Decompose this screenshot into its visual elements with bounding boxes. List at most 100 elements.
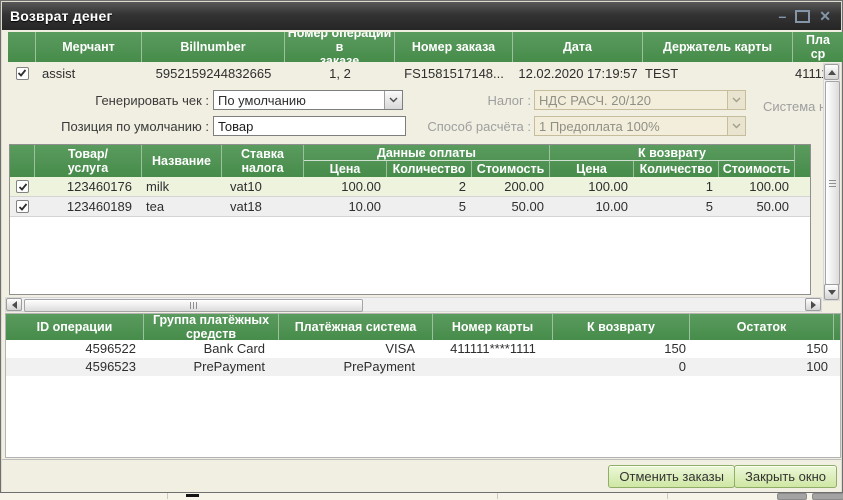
items-table-panel: Товар/ услуга Название Ставка налога Дан… bbox=[9, 144, 811, 295]
items-header-refund-cost: Стоимость bbox=[719, 161, 795, 177]
generate-receipt-select[interactable]: По умолчанию bbox=[213, 90, 403, 110]
ops-header-filler bbox=[834, 314, 840, 340]
chevron-down-icon bbox=[727, 117, 745, 135]
close-window-button[interactable]: Закрыть окно bbox=[734, 465, 837, 488]
scroll-up-button[interactable] bbox=[824, 64, 839, 80]
item-refund-cost: 50.00 bbox=[719, 197, 795, 216]
item-pay-quantity: 5 bbox=[387, 197, 472, 216]
generate-receipt-label: Генерировать чек : bbox=[1, 91, 209, 111]
items-header-product: Товар/ услуга bbox=[35, 145, 142, 177]
item-checkbox-checked[interactable] bbox=[16, 180, 29, 193]
operation-row[interactable]: 4596523 PrePayment PrePayment 0 100 bbox=[6, 358, 840, 376]
item-row-tea[interactable]: 123460189 tea vat18 10.00 5 50.00 10.00 … bbox=[10, 197, 810, 217]
arrow-down-icon bbox=[828, 290, 836, 295]
operation-rest: 100 bbox=[690, 358, 834, 376]
item-refund-price: 10.00 bbox=[550, 197, 634, 216]
item-row-milk[interactable]: 123460176 milk vat10 100.00 2 200.00 100… bbox=[10, 177, 810, 197]
background-page bbox=[0, 493, 843, 499]
orders-header-checkbox-column bbox=[8, 32, 36, 62]
calc-method-value: 1 Предоплата 100% bbox=[535, 119, 727, 134]
item-tax-rate: vat10 bbox=[222, 177, 304, 196]
order-checkbox-checked[interactable] bbox=[16, 67, 29, 80]
default-position-input[interactable] bbox=[213, 116, 406, 136]
operation-rest: 150 bbox=[690, 340, 834, 358]
minimize-icon[interactable]: – bbox=[778, 9, 786, 23]
title-bar[interactable]: Возврат денег – ✕ bbox=[2, 2, 841, 30]
item-product: 123460189 bbox=[35, 197, 142, 216]
operations-table-panel: ID операции Группа платёжных средств Пла… bbox=[5, 313, 841, 458]
items-header-tax-rate: Ставка налога bbox=[222, 145, 304, 177]
operation-refund: 150 bbox=[553, 340, 690, 358]
chevron-down-icon bbox=[727, 91, 745, 109]
scroll-left-button[interactable] bbox=[6, 298, 22, 311]
background-line bbox=[497, 493, 498, 499]
dialog-title: Возврат денег bbox=[2, 8, 112, 24]
refund-dialog-window: Возврат денег – ✕ Мерчант Billnumber Ном… bbox=[0, 0, 843, 493]
generate-receipt-value: По умолчанию bbox=[214, 93, 384, 108]
background-text-fragment bbox=[186, 494, 199, 497]
items-header-filler bbox=[795, 145, 810, 177]
scroll-right-button[interactable] bbox=[805, 298, 821, 311]
items-header-payment-group-block: Данные оплаты Цена Количество Стоимость bbox=[304, 145, 550, 177]
ops-header-operation-id: ID операции bbox=[6, 314, 144, 340]
default-position-label: Позиция по умолчанию : bbox=[1, 117, 209, 137]
ops-header-rest: Остаток bbox=[690, 314, 834, 340]
items-header-pay-cost: Стоимость bbox=[472, 161, 550, 177]
ops-header-payment-system: Платёжная система bbox=[279, 314, 433, 340]
item-pay-price: 100.00 bbox=[304, 177, 387, 196]
order-checkbox-cell bbox=[8, 62, 36, 84]
close-icon[interactable]: ✕ bbox=[819, 9, 831, 23]
item-pay-price: 10.00 bbox=[304, 197, 387, 216]
items-header-pay-price: Цена bbox=[304, 161, 387, 177]
arrow-left-icon bbox=[12, 301, 17, 309]
check-icon bbox=[18, 182, 28, 192]
orders-header-cardholder: Держатель карты bbox=[643, 32, 793, 62]
items-table-header: Товар/ услуга Название Ставка налога Дан… bbox=[10, 145, 810, 177]
item-refund-cost: 100.00 bbox=[719, 177, 795, 196]
ops-header-card-number: Номер карты bbox=[433, 314, 553, 340]
item-tax-rate: vat18 bbox=[222, 197, 304, 216]
operation-payment-system: VISA bbox=[279, 340, 433, 358]
item-pay-cost: 50.00 bbox=[472, 197, 550, 216]
operation-id: 4596522 bbox=[6, 340, 144, 358]
arrow-right-icon bbox=[811, 301, 816, 309]
window-controls: – ✕ bbox=[778, 2, 831, 30]
orders-header-order-number: Номер заказа bbox=[395, 32, 513, 62]
item-pay-quantity: 2 bbox=[387, 177, 472, 196]
operation-id: 4596523 bbox=[6, 358, 144, 376]
items-header-pay-quantity: Количество bbox=[387, 161, 472, 177]
order-merchant-value: assist bbox=[36, 62, 142, 84]
calc-method-select-disabled: 1 Предоплата 100% bbox=[534, 116, 746, 136]
tax-select-disabled: НДС РАСЧ. 20/120 bbox=[534, 90, 746, 110]
check-icon bbox=[18, 202, 28, 212]
horizontal-scrollbar-thumb[interactable] bbox=[24, 299, 363, 312]
check-icon bbox=[17, 68, 27, 78]
vertical-scrollbar[interactable] bbox=[823, 63, 840, 301]
operation-payment-group: Bank Card bbox=[144, 340, 279, 358]
orders-table-header: Мерчант Billnumber Номер операции в зака… bbox=[8, 32, 843, 62]
ops-header-payment-group: Группа платёжных средств bbox=[144, 314, 279, 340]
orders-header-date: Дата bbox=[513, 32, 643, 62]
maximize-icon[interactable] bbox=[795, 10, 810, 23]
order-billnumber-value: 5952159244832665 bbox=[142, 62, 285, 84]
orders-header-billnumber: Billnumber bbox=[142, 32, 285, 62]
order-operation-numbers-value: 1, 2 bbox=[285, 62, 395, 84]
item-name: milk bbox=[142, 177, 222, 196]
item-product: 123460176 bbox=[35, 177, 142, 196]
vertical-scrollbar-thumb[interactable] bbox=[825, 81, 840, 285]
orders-table-row[interactable]: assist 5952159244832665 1, 2 FS158151714… bbox=[8, 62, 843, 84]
operation-card-number bbox=[433, 358, 553, 376]
arrow-up-icon bbox=[828, 70, 836, 75]
horizontal-scrollbar[interactable] bbox=[5, 297, 822, 312]
operation-refund: 0 bbox=[553, 358, 690, 376]
ops-header-refund: К возврату bbox=[553, 314, 690, 340]
scroll-down-button[interactable] bbox=[824, 284, 839, 300]
item-checkbox-checked[interactable] bbox=[16, 200, 29, 213]
order-cardholder-value: TEST bbox=[643, 62, 793, 84]
operations-table-header: ID операции Группа платёжных средств Пла… bbox=[6, 314, 840, 340]
footer-bar: Отменить заказы Закрыть окно bbox=[2, 459, 841, 492]
item-refund-quantity: 1 bbox=[634, 177, 719, 196]
orders-header-operation-numbers: Номер операции в заказе bbox=[285, 32, 395, 62]
operation-row[interactable]: 4596522 Bank Card VISA 411111****1111 15… bbox=[6, 340, 840, 358]
cancel-orders-button[interactable]: Отменить заказы bbox=[608, 465, 735, 488]
